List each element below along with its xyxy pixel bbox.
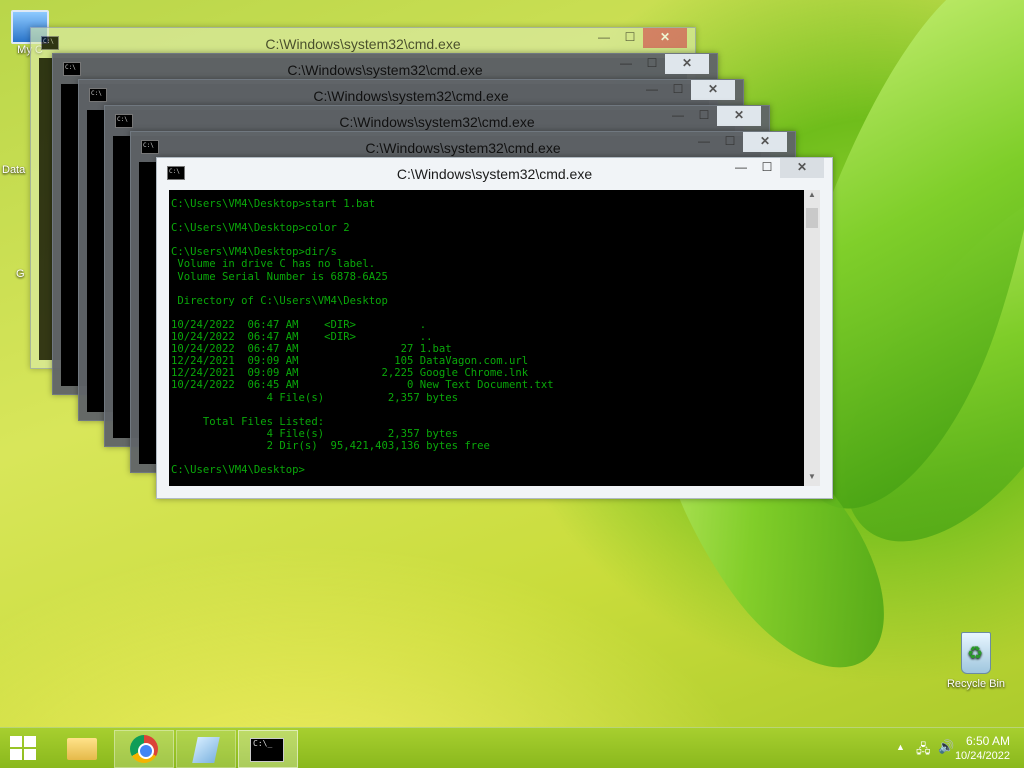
minimize-button[interactable]: — bbox=[665, 106, 691, 126]
windows-logo-icon bbox=[10, 736, 22, 747]
close-button[interactable]: ✕ bbox=[717, 106, 761, 126]
cmd-window-main[interactable]: C:\Windows\system32\cmd.exe — ☐ ✕ C:\Use… bbox=[156, 157, 833, 499]
console-line: C:\Users\VM4\Desktop>start 1.bat bbox=[171, 198, 376, 210]
notes-icon bbox=[192, 737, 220, 763]
show-hidden-icons-icon[interactable]: ▲ bbox=[896, 742, 905, 752]
chrome-icon bbox=[130, 735, 158, 763]
maximize-button[interactable]: ☐ bbox=[639, 54, 665, 74]
console-line: Directory of C:\Users\VM4\Desktop bbox=[171, 294, 388, 307]
network-icon[interactable]: 🖧 bbox=[916, 740, 931, 762]
desktop-icon-label[interactable]: Data bbox=[2, 164, 25, 176]
console-line: 4 File(s) 2,357 bytes bbox=[171, 427, 459, 440]
taskbar: C:\_ ▲ 🖧 🔊 6:50 AM 10/24/2022 bbox=[0, 727, 1024, 768]
close-button[interactable]: ✕ bbox=[780, 158, 824, 178]
maximize-button[interactable]: ☐ bbox=[665, 80, 691, 100]
taskbar-notes[interactable] bbox=[176, 730, 236, 768]
scroll-down-icon[interactable]: ▼ bbox=[804, 472, 820, 486]
window-titlebar[interactable]: C:\Windows\system32\cmd.exe — ☐ ✕ bbox=[157, 158, 832, 188]
close-button[interactable]: ✕ bbox=[665, 54, 709, 74]
console-line: 4 File(s) 2,357 bytes bbox=[171, 391, 459, 404]
recycle-bin-icon bbox=[961, 632, 991, 674]
minimize-button[interactable]: — bbox=[691, 132, 717, 152]
close-button[interactable]: ✕ bbox=[691, 80, 735, 100]
console-line: Volume in drive C has no label. bbox=[171, 258, 376, 271]
console-line: 12/24/2021 09:09 AM 2,225 Google Chrome.… bbox=[171, 367, 529, 380]
console-line: 2 Dir(s) 95,421,403,136 bytes free bbox=[171, 439, 490, 452]
console-line: 10/24/2022 06:45 AM 0 New Text Document.… bbox=[171, 379, 554, 392]
console-line: C:\Users\VM4\Desktop>dir/s bbox=[171, 246, 337, 259]
console-line: C:\Users\VM4\Desktop>color 2 bbox=[171, 222, 350, 235]
console-line: Volume Serial Number is 6878-6A25 bbox=[171, 270, 388, 283]
maximize-button[interactable]: ☐ bbox=[617, 28, 643, 48]
volume-icon[interactable]: 🔊 bbox=[938, 739, 954, 755]
console-line: Total Files Listed: bbox=[171, 415, 325, 428]
console-line: 12/24/2021 09:09 AM 105 DataVagon.com.ur… bbox=[171, 355, 529, 368]
clock-time[interactable]: 6:50 AM bbox=[966, 734, 1010, 748]
clock-date[interactable]: 10/24/2022 bbox=[955, 750, 1010, 762]
maximize-button[interactable]: ☐ bbox=[754, 158, 780, 178]
desktop-icon-label[interactable]: G bbox=[16, 268, 25, 280]
scroll-up-icon[interactable]: ▲ bbox=[804, 190, 820, 204]
minimize-button[interactable]: — bbox=[728, 158, 754, 178]
system-tray: ▲ 🖧 🔊 6:50 AM 10/24/2022 bbox=[874, 728, 1024, 768]
taskbar-command-prompt[interactable]: C:\_ bbox=[238, 730, 298, 768]
vertical-scrollbar[interactable]: ▲ ▼ bbox=[804, 190, 820, 486]
console-line: C:\Users\VM4\Desktop> bbox=[171, 464, 305, 477]
minimize-button[interactable]: — bbox=[591, 28, 617, 48]
minimize-button[interactable]: — bbox=[613, 54, 639, 74]
taskbar-file-explorer[interactable] bbox=[52, 730, 110, 766]
console-line: 10/24/2022 06:47 AM <DIR> .. bbox=[171, 331, 433, 344]
maximize-button[interactable]: ☐ bbox=[691, 106, 717, 126]
console-output: C:\Users\VM4\Desktop>start 1.bat C:\User… bbox=[169, 198, 554, 476]
start-button[interactable] bbox=[10, 736, 36, 760]
close-button[interactable]: ✕ bbox=[643, 28, 687, 48]
desktop-icon-label: Recycle Bin bbox=[946, 678, 1006, 690]
console-area[interactable]: C:\Users\VM4\Desktop>start 1.bat C:\User… bbox=[169, 190, 804, 486]
close-button[interactable]: ✕ bbox=[743, 132, 787, 152]
desktop-icon-recycle-bin[interactable]: Recycle Bin bbox=[940, 632, 1012, 690]
cmd-icon: C:\_ bbox=[250, 738, 284, 762]
taskbar-chrome[interactable] bbox=[114, 730, 174, 768]
maximize-button[interactable]: ☐ bbox=[717, 132, 743, 152]
console-line: 10/24/2022 06:47 AM <DIR> . bbox=[171, 318, 427, 331]
scrollbar-thumb[interactable] bbox=[806, 208, 818, 228]
minimize-button[interactable]: — bbox=[639, 80, 665, 100]
console-line: 10/24/2022 06:47 AM 27 1.bat bbox=[171, 343, 452, 356]
folder-icon bbox=[67, 738, 97, 760]
